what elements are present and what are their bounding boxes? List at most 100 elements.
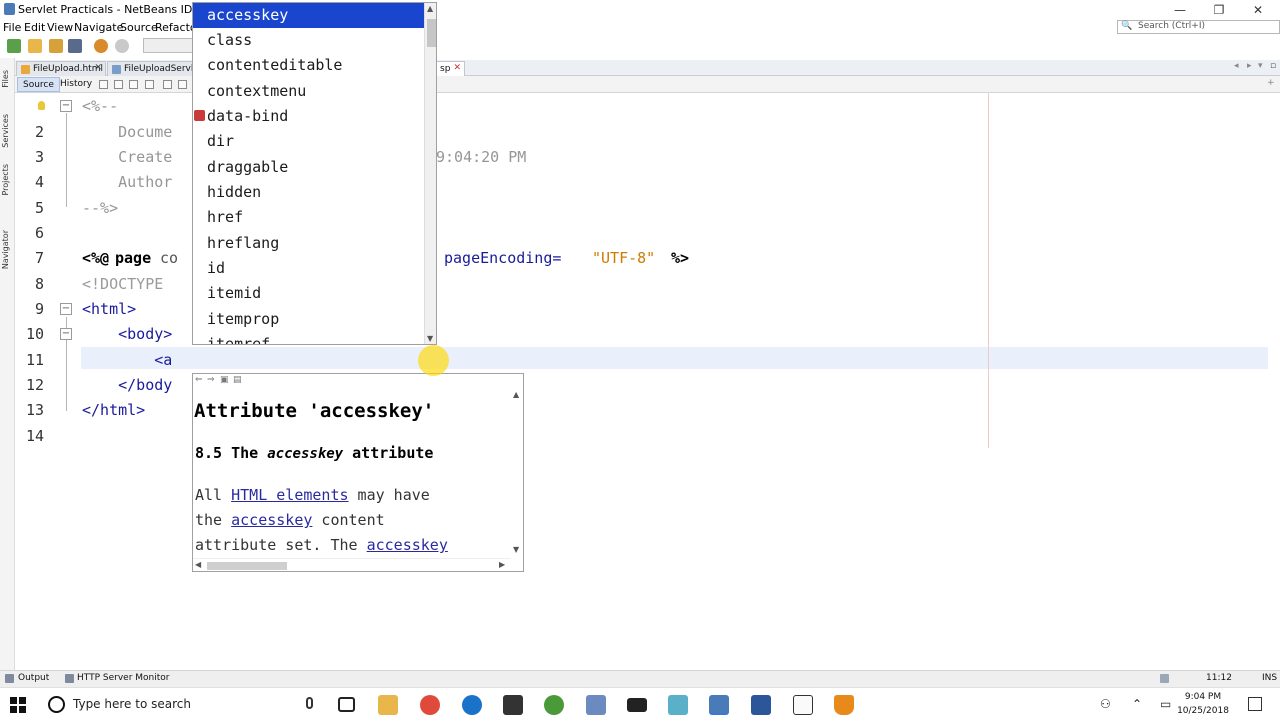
minimize-button[interactable]: —: [1160, 2, 1200, 18]
completion-item[interactable]: id: [193, 256, 424, 281]
scroll-right-icon[interactable]: ▶: [499, 560, 505, 569]
completion-item[interactable]: contenteditable: [193, 53, 424, 78]
tab-fileupload-html[interactable]: FileUpload.html ✕: [16, 61, 106, 76]
scroll-left-icon[interactable]: ◀: [195, 560, 201, 569]
completion-item[interactable]: itemid: [193, 281, 424, 306]
projects-panel-tab[interactable]: Projects: [1, 164, 13, 196]
close-tab-icon[interactable]: ✕: [94, 63, 102, 73]
open-project-icon[interactable]: [49, 39, 63, 53]
scroll-down-icon[interactable]: ▼: [513, 545, 519, 554]
find-icon[interactable]: [145, 80, 154, 89]
network-icon[interactable]: ▭: [1160, 697, 1171, 711]
scroll-down-icon[interactable]: ▼: [427, 334, 433, 343]
navigator-panel-tab[interactable]: Navigator: [1, 230, 13, 269]
taskbar-clock[interactable]: 9:04 PM 10/25/2018: [1172, 690, 1234, 718]
people-icon[interactable]: ⚇: [1100, 697, 1111, 711]
notifications-icon[interactable]: [1160, 674, 1169, 683]
forward-icon[interactable]: [129, 80, 138, 89]
undo-icon[interactable]: [94, 39, 108, 53]
mail-icon[interactable]: [627, 698, 647, 712]
notepad-icon[interactable]: [793, 695, 813, 715]
editor-scrollbar[interactable]: [1269, 93, 1280, 670]
tab-list-icon[interactable]: ▾: [1258, 61, 1263, 71]
documentation-popup[interactable]: ⇐ ⇒ ▣ ▤ Attribute 'accesskey' 8.5 The ac…: [192, 373, 524, 572]
new-project-icon[interactable]: [7, 39, 21, 53]
microphone-icon[interactable]: [306, 697, 313, 709]
completion-item[interactable]: contextmenu: [193, 79, 424, 104]
restore-button[interactable]: ❐: [1199, 2, 1239, 18]
netbeans-taskbar-icon[interactable]: [709, 695, 729, 715]
fold-toggle-icon[interactable]: −: [60, 303, 72, 315]
menu-file[interactable]: File: [3, 21, 21, 34]
app-icon[interactable]: [668, 695, 688, 715]
http-server-monitor-tab[interactable]: HTTP Server Monitor: [77, 673, 169, 683]
edge-icon[interactable]: [462, 695, 482, 715]
scroll-up-icon[interactable]: ▲: [427, 4, 433, 13]
completion-item[interactable]: draggable: [193, 155, 424, 180]
accesskey-link[interactable]: accesskey: [231, 511, 312, 529]
services-panel-tab[interactable]: Services: [1, 114, 13, 148]
maximize-editor-icon[interactable]: ▫: [1270, 61, 1276, 71]
save-all-icon[interactable]: [68, 39, 82, 53]
scroll-tabs-left-icon[interactable]: ◂: [1234, 61, 1239, 71]
doc-back-icon[interactable]: ⇐: [195, 376, 205, 385]
completion-item[interactable]: hidden: [193, 180, 424, 205]
hint-bulb-icon[interactable]: [38, 101, 45, 110]
files-panel-tab[interactable]: Files: [1, 70, 13, 88]
scroll-up-icon[interactable]: ▲: [513, 390, 519, 399]
completion-item[interactable]: dir: [193, 129, 424, 154]
doc-vertical-scrollbar[interactable]: ▲ ▼: [511, 388, 523, 558]
toggle-highlight-icon[interactable]: [178, 80, 187, 89]
word-icon[interactable]: [751, 695, 771, 715]
menu-view[interactable]: View: [47, 21, 73, 34]
doc-horizontal-scrollbar[interactable]: ◀ ▶: [193, 558, 511, 571]
show-hidden-icons-icon[interactable]: ⌃: [1132, 697, 1142, 711]
completion-item[interactable]: itemprop: [193, 307, 424, 332]
close-button[interactable]: ✕: [1238, 2, 1278, 18]
app-icon[interactable]: [586, 695, 606, 715]
action-center-icon[interactable]: [1248, 697, 1262, 711]
completion-scrollbar[interactable]: ▲ ▼: [424, 3, 436, 344]
fold-toggle-icon[interactable]: −: [60, 100, 72, 112]
close-tab-icon[interactable]: ✕: [453, 63, 461, 73]
source-mode-button[interactable]: Source: [17, 77, 60, 92]
find-selection-icon[interactable]: [163, 80, 172, 89]
history-mode-button[interactable]: History: [55, 77, 97, 92]
completion-item[interactable]: accesskey: [193, 3, 424, 28]
last-edit-icon[interactable]: [99, 80, 108, 89]
file-explorer-icon[interactable]: [378, 695, 398, 715]
tab-jsp-active[interactable]: sp ✕: [435, 61, 465, 76]
scroll-tabs-right-icon[interactable]: ▸: [1247, 61, 1252, 71]
completion-item-error[interactable]: data-bind: [193, 104, 424, 129]
tab-fileuploadservlet[interactable]: FileUploadServlet.: [107, 61, 205, 76]
chrome-icon[interactable]: [420, 695, 440, 715]
doc-open-browser-icon[interactable]: ▣: [220, 376, 230, 385]
output-tab[interactable]: Output: [18, 673, 49, 683]
task-view-icon[interactable]: [338, 697, 355, 712]
vlc-icon[interactable]: [834, 695, 854, 715]
new-file-icon[interactable]: [28, 39, 42, 53]
split-editor-icon[interactable]: +: [1267, 78, 1275, 88]
store-icon[interactable]: [503, 695, 523, 715]
ide-search-box[interactable]: 🔍 Search (Ctrl+I): [1117, 20, 1280, 34]
taskbar-search-box[interactable]: Type here to search: [40, 688, 324, 721]
completion-item[interactable]: hreflang: [193, 231, 424, 256]
completion-item[interactable]: href: [193, 205, 424, 230]
windows-start-icon[interactable]: [10, 697, 26, 713]
menu-source[interactable]: Source: [120, 21, 158, 34]
completion-item[interactable]: class: [193, 28, 424, 53]
android-studio-icon[interactable]: [544, 695, 564, 715]
redo-icon[interactable]: [115, 39, 129, 53]
doc-source-icon[interactable]: ▤: [233, 376, 243, 385]
html-elements-link[interactable]: HTML elements: [231, 486, 348, 504]
completion-item[interactable]: itemref: [193, 332, 424, 344]
configuration-combobox[interactable]: [143, 38, 198, 53]
accesskey-link[interactable]: accesskey: [367, 536, 448, 554]
scrollbar-thumb[interactable]: [427, 19, 436, 47]
menu-edit[interactable]: Edit: [24, 21, 45, 34]
scrollbar-thumb[interactable]: [207, 562, 287, 570]
doc-forward-icon[interactable]: ⇒: [207, 376, 217, 385]
fold-toggle-icon[interactable]: −: [60, 328, 72, 340]
back-icon[interactable]: [114, 80, 123, 89]
menu-navigate[interactable]: Navigate: [74, 21, 123, 34]
